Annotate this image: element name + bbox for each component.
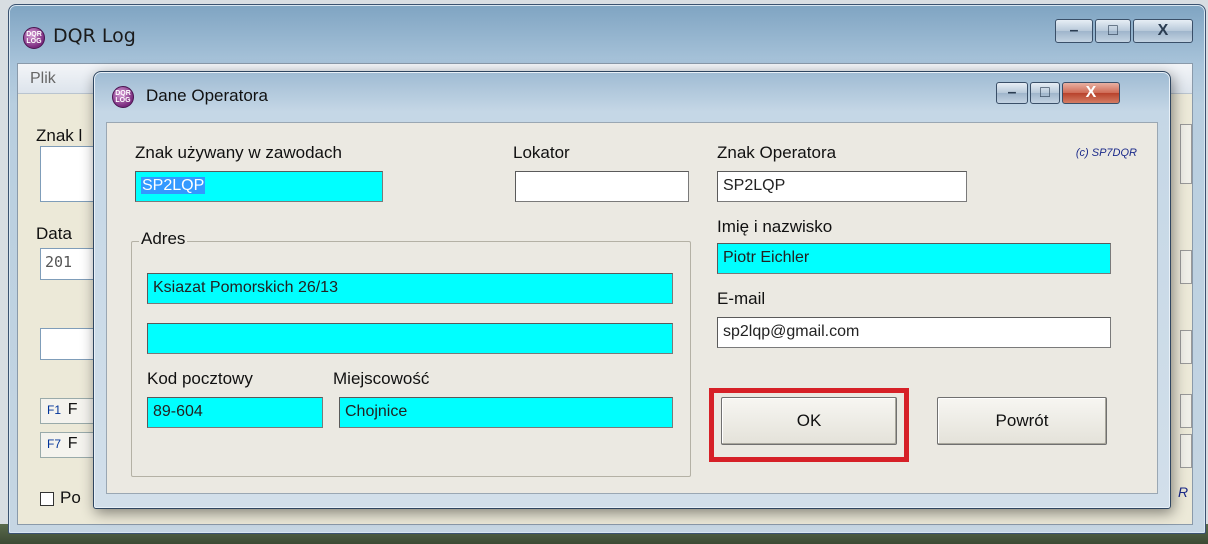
city-input[interactable]: Chojnice <box>339 397 673 428</box>
minimize-icon: – <box>1069 22 1079 39</box>
address-line2-input[interactable] <box>147 323 673 354</box>
main-maximize-button[interactable]: □ <box>1095 19 1131 43</box>
bg-callsign-label: Znak l <box>36 126 83 145</box>
email-input[interactable]: sp2lqp@gmail.com <box>717 317 1111 348</box>
dialog-minimize-button[interactable]: – <box>996 82 1028 104</box>
contest-callsign-label: Znak używany w zawodach <box>135 143 342 162</box>
bg-right-control[interactable] <box>1180 250 1192 284</box>
contest-callsign-input[interactable]: SP2LQP <box>135 171 383 202</box>
menu-file[interactable]: Plik <box>30 70 56 88</box>
address-line1-input[interactable]: Ksiazat Pomorskich 26/13 <box>147 273 673 304</box>
address-group-label: Adres <box>139 229 188 249</box>
name-input[interactable]: Piotr Eichler <box>717 243 1111 274</box>
locator-input[interactable] <box>515 171 689 202</box>
bg-date-label: Data <box>36 224 72 243</box>
dialog-client-area: (c) SP7DQR Znak używany w zawodach SP2LQ… <box>106 122 1158 494</box>
bg-right-control[interactable] <box>1180 394 1192 428</box>
contest-callsign-value: SP2LQP <box>141 177 206 194</box>
dialog-maximize-button[interactable]: □ <box>1030 82 1060 104</box>
bg-right-control[interactable] <box>1180 434 1192 468</box>
minimize-icon: – <box>1007 84 1017 101</box>
app-icon: DQR LOG <box>23 27 45 49</box>
operator-callsign-label: Znak Operatora <box>717 143 837 162</box>
operator-callsign-input[interactable]: SP2LQP <box>717 171 967 202</box>
operator-data-dialog: DQR LOG Dane Operatora – □ X (c) SP7DQR … <box>93 71 1171 509</box>
main-minimize-button[interactable]: – <box>1055 19 1093 43</box>
dialog-close-button[interactable]: X <box>1062 82 1120 104</box>
bg-checkbox-label: Po <box>60 488 81 507</box>
bg-right-fragment: R <box>1178 484 1189 500</box>
bg-f7-text: F <box>67 435 78 452</box>
postal-code-input[interactable]: 89-604 <box>147 397 323 428</box>
bg-right-control[interactable] <box>1180 330 1192 364</box>
main-window-title: DQR Log <box>53 25 136 47</box>
postal-code-label: Kod pocztowy <box>147 369 253 388</box>
bg-f1-button[interactable]: F1 F <box>40 398 100 424</box>
bg-callsign-input[interactable] <box>40 146 100 202</box>
email-label: E-mail <box>717 289 766 308</box>
name-label: Imię i nazwisko <box>717 217 833 236</box>
bg-checkbox[interactable] <box>40 492 54 506</box>
dialog-title: Dane Operatora <box>146 86 268 105</box>
bg-f1-key: F1 <box>47 403 62 417</box>
back-button[interactable]: Powrót <box>937 397 1107 445</box>
copyright-label: (c) SP7DQR <box>1075 147 1137 159</box>
bg-input[interactable] <box>40 328 100 360</box>
bg-f7-key: F7 <box>47 437 62 451</box>
dialog-app-icon: DQR LOG <box>112 86 134 108</box>
ok-button[interactable]: OK <box>721 397 897 445</box>
city-label: Miejscowość <box>333 369 430 388</box>
maximize-icon: □ <box>1040 84 1050 101</box>
maximize-icon: □ <box>1108 22 1118 39</box>
bg-right-control[interactable] <box>1180 124 1192 184</box>
close-icon: X <box>1157 22 1169 39</box>
close-icon: X <box>1085 84 1097 101</box>
locator-label: Lokator <box>513 143 570 162</box>
bg-f1-text: F <box>67 401 78 418</box>
bg-date-input[interactable]: 201 <box>40 248 100 280</box>
bg-f7-button[interactable]: F7 F <box>40 432 100 458</box>
main-close-button[interactable]: X <box>1133 19 1193 43</box>
